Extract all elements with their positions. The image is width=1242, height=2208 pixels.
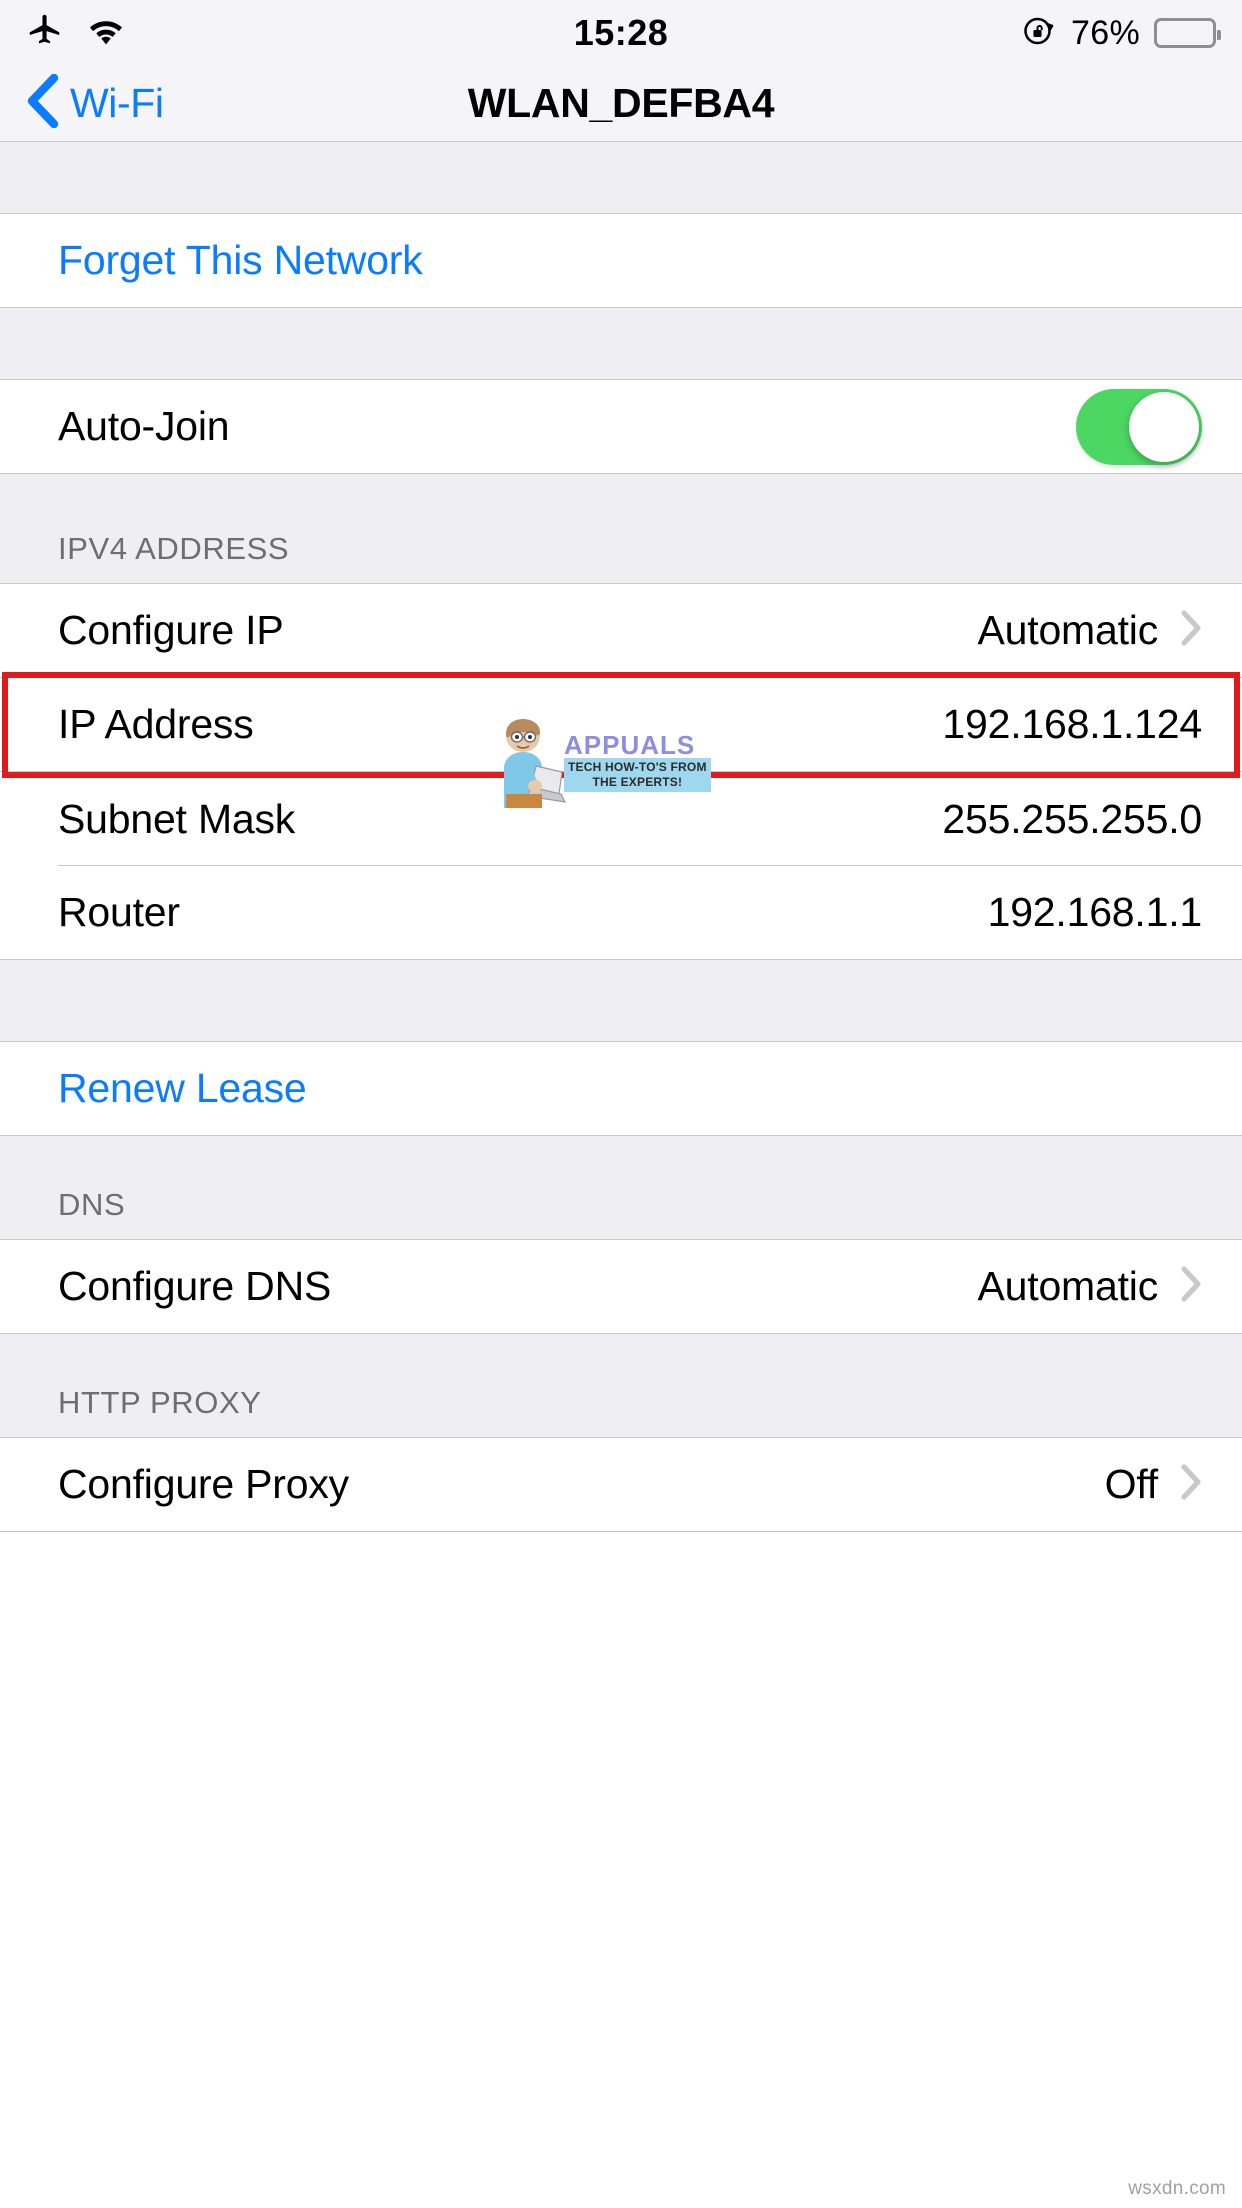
router-value-wrap: 192.168.1.1 bbox=[987, 889, 1203, 936]
ipv4-section-header: IPV4 ADDRESS bbox=[0, 474, 1242, 584]
configure-dns-label: Configure DNS bbox=[58, 1263, 332, 1309]
ip-address-value: 192.168.1.124 bbox=[942, 701, 1202, 747]
configure-ip-value-wrap: Automatic bbox=[978, 607, 1203, 654]
back-button-label: Wi-Fi bbox=[70, 80, 164, 126]
back-button[interactable]: Wi-Fi bbox=[0, 73, 164, 133]
status-bar: 15:28 76% bbox=[0, 0, 1242, 66]
status-bar-left bbox=[26, 12, 126, 55]
renew-lease-row[interactable]: Renew Lease bbox=[0, 1042, 1242, 1136]
battery-icon bbox=[1154, 18, 1221, 48]
battery-percent-label: 76% bbox=[1071, 13, 1140, 52]
auto-join-row[interactable]: Auto-Join bbox=[0, 380, 1242, 474]
group-gap-top bbox=[0, 142, 1242, 214]
subnet-mask-label: Subnet Mask bbox=[58, 795, 296, 842]
http-proxy-section-header: HTTP PROXY bbox=[0, 1334, 1242, 1438]
auto-join-toggle[interactable] bbox=[1076, 388, 1202, 465]
configure-ip-value: Automatic bbox=[977, 607, 1159, 653]
chevron-right-icon bbox=[1180, 1265, 1202, 1308]
configure-proxy-value-wrap: Off bbox=[1105, 1461, 1202, 1508]
configure-proxy-label: Configure Proxy bbox=[58, 1461, 349, 1507]
rotation-lock-icon bbox=[1021, 13, 1057, 54]
group-gap-after-forget bbox=[0, 308, 1242, 380]
dns-section-header: DNS bbox=[0, 1136, 1242, 1240]
chevron-right-icon bbox=[1180, 1463, 1202, 1506]
subnet-mask-value: 255.255.255.0 bbox=[942, 795, 1202, 842]
configure-ip-label: Configure IP bbox=[58, 607, 284, 653]
subnet-mask-value-wrap: 255.255.255.0 bbox=[942, 796, 1202, 843]
router-row[interactable]: Router 192.168.1.1 bbox=[0, 866, 1242, 960]
ip-address-value-wrap: 192.168.1.124 bbox=[942, 701, 1202, 748]
bottom-filler bbox=[0, 1532, 1242, 1612]
auto-join-label: Auto-Join bbox=[58, 403, 230, 449]
configure-proxy-row[interactable]: Configure Proxy Off bbox=[0, 1438, 1242, 1532]
configure-dns-row[interactable]: Configure DNS Automatic bbox=[0, 1240, 1242, 1334]
ipv4-header-label: IPV4 ADDRESS bbox=[58, 531, 290, 566]
subnet-mask-row[interactable]: Subnet Mask 255.255.255.0 bbox=[0, 772, 1242, 866]
toggle-knob bbox=[1129, 391, 1199, 462]
airplane-icon bbox=[26, 12, 64, 55]
http-proxy-header-label: HTTP PROXY bbox=[58, 1385, 262, 1420]
configure-dns-value: Automatic bbox=[977, 1263, 1159, 1309]
router-label: Router bbox=[58, 889, 180, 935]
ip-address-label: IP Address bbox=[58, 701, 254, 747]
dns-header-label: DNS bbox=[58, 1187, 126, 1222]
configure-ip-row[interactable]: Configure IP Automatic bbox=[0, 584, 1242, 678]
router-value: 192.168.1.1 bbox=[987, 889, 1203, 935]
forget-network-label: Forget This Network bbox=[58, 237, 423, 283]
page-title: WLAN_DEFBA4 bbox=[467, 80, 775, 126]
site-watermark: wsxdn.com bbox=[1128, 2178, 1226, 2199]
navigation-bar: Wi-Fi WLAN_DEFBA4 bbox=[0, 66, 1242, 142]
chevron-right-icon bbox=[1180, 609, 1202, 652]
configure-proxy-value: Off bbox=[1104, 1461, 1159, 1507]
status-bar-right: 76% bbox=[1021, 13, 1221, 54]
wifi-icon bbox=[86, 15, 126, 52]
ip-address-row[interactable]: IP Address 192.168.1.124 bbox=[0, 678, 1242, 772]
iphone-screen: 15:28 76% Wi-Fi WLAN_DEFBA4 Forget This … bbox=[0, 0, 1242, 2208]
group-gap-before-renew bbox=[0, 960, 1242, 1042]
configure-dns-value-wrap: Automatic bbox=[978, 1263, 1203, 1310]
forget-network-row[interactable]: Forget This Network bbox=[0, 214, 1242, 308]
chevron-left-icon bbox=[26, 73, 60, 133]
renew-lease-label: Renew Lease bbox=[58, 1065, 307, 1111]
